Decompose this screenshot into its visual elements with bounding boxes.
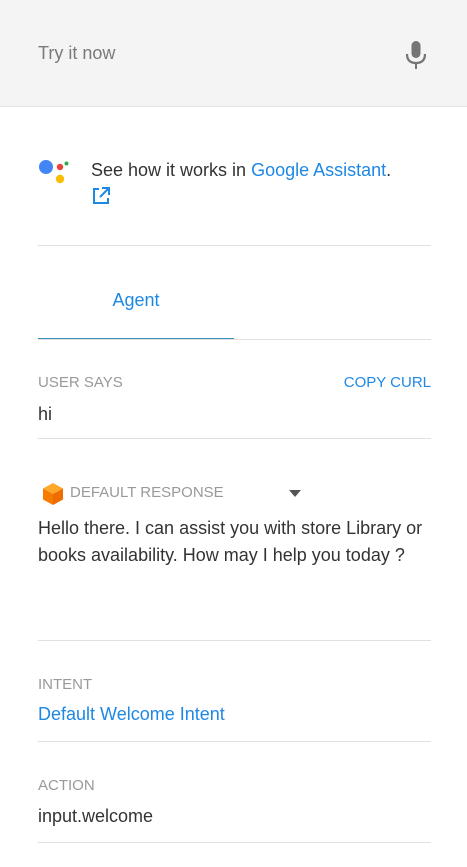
action-label: ACTION xyxy=(38,777,95,794)
action-value: input.welcome xyxy=(38,806,154,826)
try-it-now-bar: Try it now xyxy=(0,0,467,107)
divider xyxy=(38,741,431,742)
user-says-value: hi xyxy=(38,404,53,424)
divider xyxy=(38,842,431,843)
cube-icon xyxy=(43,483,63,505)
divider xyxy=(38,640,431,641)
copy-curl-button[interactable]: COPY CURL xyxy=(300,374,431,391)
divider xyxy=(38,438,431,439)
tab-agent[interactable]: Agent xyxy=(38,290,234,311)
google-assistant-icon xyxy=(39,160,69,184)
divider xyxy=(38,339,431,340)
try-it-now-input[interactable]: Try it now xyxy=(38,43,338,64)
microphone-icon[interactable] xyxy=(404,40,428,70)
external-link-icon[interactable] xyxy=(91,186,111,206)
divider xyxy=(38,245,431,246)
default-response-text: Hello there. I can assist you with store… xyxy=(38,518,423,565)
google-assistant-link[interactable]: Google Assistant xyxy=(251,160,386,180)
assistant-promo-prefix: See how it works in xyxy=(91,160,252,180)
user-says-label: USER SAYS xyxy=(38,374,123,391)
assistant-promo-text: See how it works in Google Assistant. xyxy=(91,158,391,182)
chevron-down-icon[interactable] xyxy=(289,490,301,497)
intent-link[interactable]: Default Welcome Intent xyxy=(38,704,225,725)
intent-label: INTENT xyxy=(38,676,93,693)
assistant-promo-suffix: . xyxy=(386,160,392,180)
default-response-label: DEFAULT RESPONSE xyxy=(70,484,224,501)
